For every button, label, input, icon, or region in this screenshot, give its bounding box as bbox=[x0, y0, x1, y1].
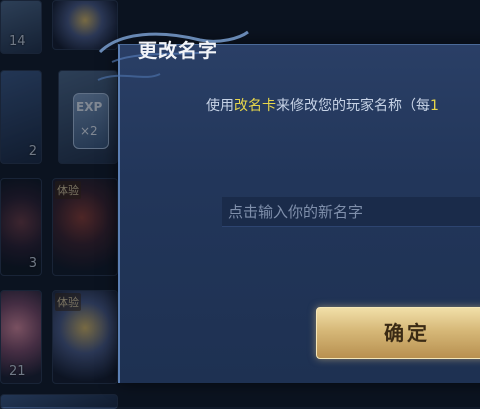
confirm-button[interactable]: 确定 bbox=[316, 307, 480, 359]
desc-trailing: 1 bbox=[430, 98, 439, 114]
desc-prefix: 使用 bbox=[206, 98, 234, 114]
dialog-title: 更改名字 bbox=[138, 40, 219, 62]
rename-description: 使用改名卡来修改您的玩家名称（每1 bbox=[206, 95, 439, 115]
desc-suffix: 来修改您的玩家名称（每 bbox=[276, 98, 430, 114]
new-name-input[interactable]: 点击输入你的新名字 bbox=[222, 197, 480, 227]
rename-card-highlight: 改名卡 bbox=[234, 98, 276, 114]
